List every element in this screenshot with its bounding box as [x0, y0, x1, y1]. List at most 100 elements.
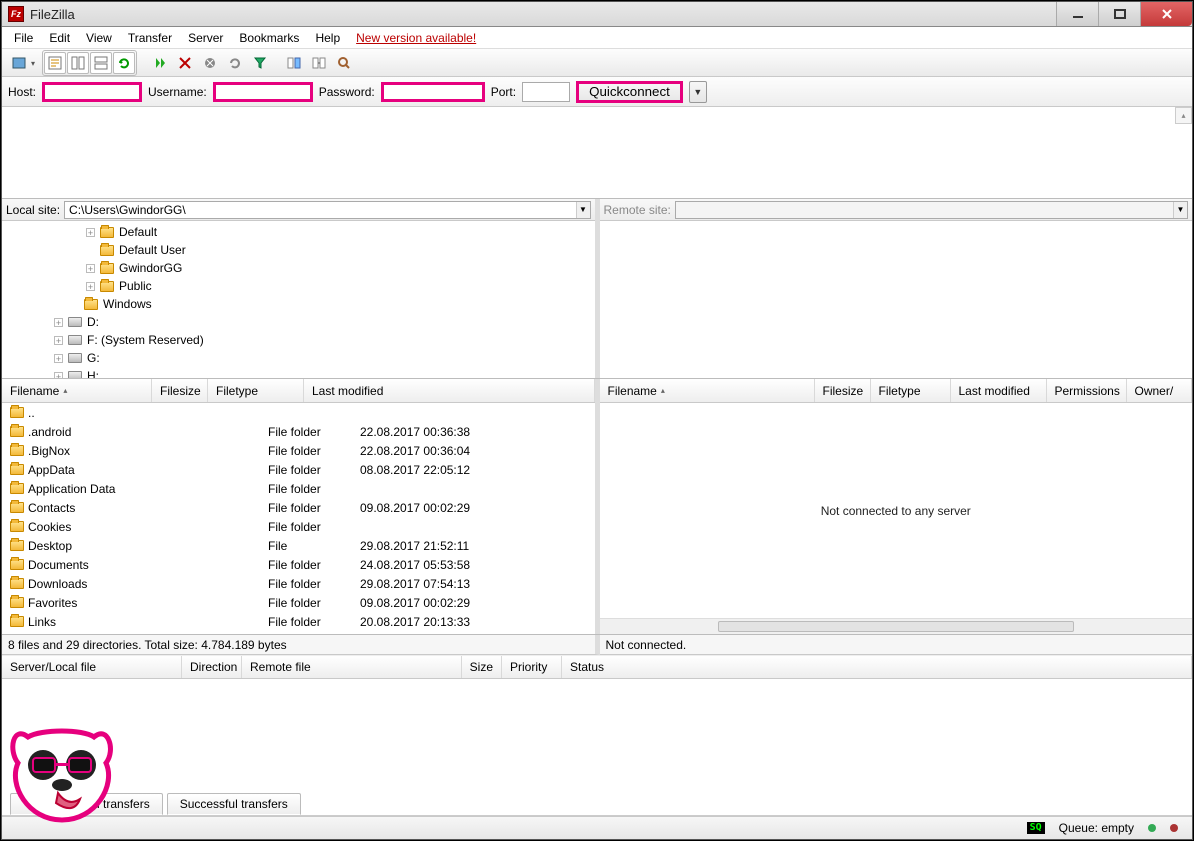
cartoon-sticker-overlay — [8, 725, 116, 827]
cancel-icon[interactable] — [174, 52, 196, 74]
username-label: Username: — [148, 85, 207, 99]
app-icon: Fz — [8, 6, 24, 22]
table-row[interactable]: Application Data File folder — [2, 479, 595, 498]
menu-transfer[interactable]: Transfer — [120, 29, 180, 47]
table-row[interactable]: Contacts File folder 09.08.2017 00:02:29 — [2, 498, 595, 517]
quickconnect-history-button[interactable]: ▼ — [689, 81, 707, 103]
port-label: Port: — [491, 85, 516, 99]
table-row[interactable]: Favorites File folder 09.08.2017 00:02:2… — [2, 593, 595, 612]
toggle-tree-icon[interactable] — [67, 52, 89, 74]
tree-item[interactable]: +H: — [6, 367, 591, 378]
local-path-combo[interactable]: C:\Users\GwindorGG\ ▼ — [64, 201, 590, 219]
sync-browse-icon[interactable] — [308, 52, 330, 74]
table-row[interactable]: Documents File folder 24.08.2017 05:53:5… — [2, 555, 595, 574]
maximize-button[interactable] — [1098, 2, 1140, 26]
menu-help[interactable]: Help — [307, 29, 348, 47]
statusbar: SQ Queue: empty — [2, 817, 1192, 839]
tree-item[interactable]: Default User — [6, 241, 591, 259]
col-status[interactable]: Status — [562, 656, 1192, 678]
col-lastmodified[interactable]: Last modified — [951, 379, 1047, 402]
col-filetype[interactable]: Filetype — [871, 379, 951, 402]
menubar: File Edit View Transfer Server Bookmarks… — [2, 27, 1192, 49]
tree-item[interactable]: +Default — [6, 223, 591, 241]
password-label: Password: — [319, 85, 375, 99]
toggle-log-icon[interactable] — [44, 52, 66, 74]
reconnect-icon[interactable] — [224, 52, 246, 74]
remote-file-list: Filename Filesize Filetype Last modified… — [600, 379, 1193, 634]
queue-body[interactable] — [2, 679, 1192, 790]
menu-bookmarks[interactable]: Bookmarks — [231, 29, 307, 47]
process-queue-icon[interactable] — [149, 52, 171, 74]
col-permissions[interactable]: Permissions — [1047, 379, 1127, 402]
table-row[interactable]: .. — [2, 403, 595, 422]
username-input[interactable] — [213, 82, 313, 102]
col-size[interactable]: Size — [462, 656, 502, 678]
col-direction[interactable]: Direction — [182, 656, 242, 678]
menu-file[interactable]: File — [6, 29, 41, 47]
port-input[interactable] — [522, 82, 570, 102]
col-filesize[interactable]: Filesize — [152, 379, 208, 402]
local-list-body[interactable]: .. .android File folder 22.08.2017 00:36… — [2, 403, 595, 634]
password-input[interactable] — [381, 82, 485, 102]
local-site-label: Local site: — [6, 203, 60, 217]
menu-edit[interactable]: Edit — [41, 29, 78, 47]
quickconnect-button[interactable]: Quickconnect — [576, 81, 683, 103]
menu-view[interactable]: View — [78, 29, 120, 47]
quickconnect-bar: Host: Username: Password: Port: Quickcon… — [2, 77, 1192, 107]
tree-item[interactable]: +F: (System Reserved) — [6, 331, 591, 349]
chevron-down-icon[interactable]: ▼ — [576, 202, 590, 218]
chevron-down-icon[interactable]: ▼ — [1173, 202, 1187, 218]
refresh-icon[interactable] — [113, 52, 135, 74]
filter-icon[interactable] — [249, 52, 271, 74]
close-button[interactable] — [1140, 2, 1192, 26]
col-remote-file[interactable]: Remote file — [242, 656, 462, 678]
menu-server[interactable]: Server — [180, 29, 231, 47]
col-lastmodified[interactable]: Last modified — [304, 379, 595, 402]
col-priority[interactable]: Priority — [502, 656, 562, 678]
tree-item[interactable]: +D: — [6, 313, 591, 331]
table-row[interactable]: Cookies File folder — [2, 517, 595, 536]
local-panel: Local site: C:\Users\GwindorGG\ ▼ +Defau… — [2, 199, 600, 378]
table-row[interactable]: Downloads File folder 29.08.2017 07:54:1… — [2, 574, 595, 593]
host-label: Host: — [8, 85, 36, 99]
site-manager-button[interactable] — [8, 52, 30, 74]
tree-item[interactable]: Windows — [6, 295, 591, 313]
col-filetype[interactable]: Filetype — [208, 379, 304, 402]
queue-columns: Server/Local file Direction Remote file … — [2, 655, 1192, 679]
minimize-button[interactable] — [1056, 2, 1098, 26]
queue-indicator-icon: SQ — [1027, 822, 1045, 834]
toggle-queue-icon[interactable] — [90, 52, 112, 74]
tree-item[interactable]: +Public — [6, 277, 591, 295]
search-icon[interactable] — [333, 52, 355, 74]
queue-status-text: Queue: empty — [1059, 821, 1134, 835]
transfer-queue: Server/Local file Direction Remote file … — [2, 655, 1192, 817]
tab-successful-transfers[interactable]: Successful transfers — [167, 793, 301, 815]
disconnect-icon[interactable] — [199, 52, 221, 74]
table-row[interactable]: .android File folder 22.08.2017 00:36:38 — [2, 422, 595, 441]
remote-path-combo[interactable]: ▼ — [675, 201, 1188, 219]
col-filesize[interactable]: Filesize — [815, 379, 871, 402]
window-title: FileZilla — [30, 7, 1056, 22]
tree-item[interactable]: +G: — [6, 349, 591, 367]
log-scroll-up[interactable]: ▴ — [1175, 107, 1192, 124]
local-tree[interactable]: +DefaultDefault User+GwindorGG+PublicWin… — [2, 221, 595, 378]
message-log: ▴ — [2, 107, 1192, 199]
col-server-local[interactable]: Server/Local file — [2, 656, 182, 678]
queue-tabs: iled transfers Successful transfers — [2, 790, 1192, 816]
remote-tree[interactable] — [600, 221, 1193, 378]
col-filename[interactable]: Filename — [2, 379, 152, 402]
table-row[interactable]: AppData File folder 08.08.2017 22:05:12 — [2, 460, 595, 479]
tree-item[interactable]: +GwindorGG — [6, 259, 591, 277]
table-row[interactable]: Links File folder 20.08.2017 20:13:33 — [2, 612, 595, 631]
compare-icon[interactable] — [283, 52, 305, 74]
toolbar — [2, 49, 1192, 77]
col-filename[interactable]: Filename — [600, 379, 815, 402]
table-row[interactable]: Desktop File 29.08.2017 21:52:11 — [2, 536, 595, 555]
local-file-list: Filename Filesize Filetype Last modified… — [2, 379, 600, 634]
local-pathbar: Local site: C:\Users\GwindorGG\ ▼ — [2, 199, 595, 221]
host-input[interactable] — [42, 82, 142, 102]
table-row[interactable]: .BigNox File folder 22.08.2017 00:36:04 — [2, 441, 595, 460]
remote-horizontal-scrollbar[interactable] — [600, 618, 1193, 634]
col-owner[interactable]: Owner/ — [1127, 379, 1193, 402]
menu-new-version[interactable]: New version available! — [348, 29, 484, 47]
